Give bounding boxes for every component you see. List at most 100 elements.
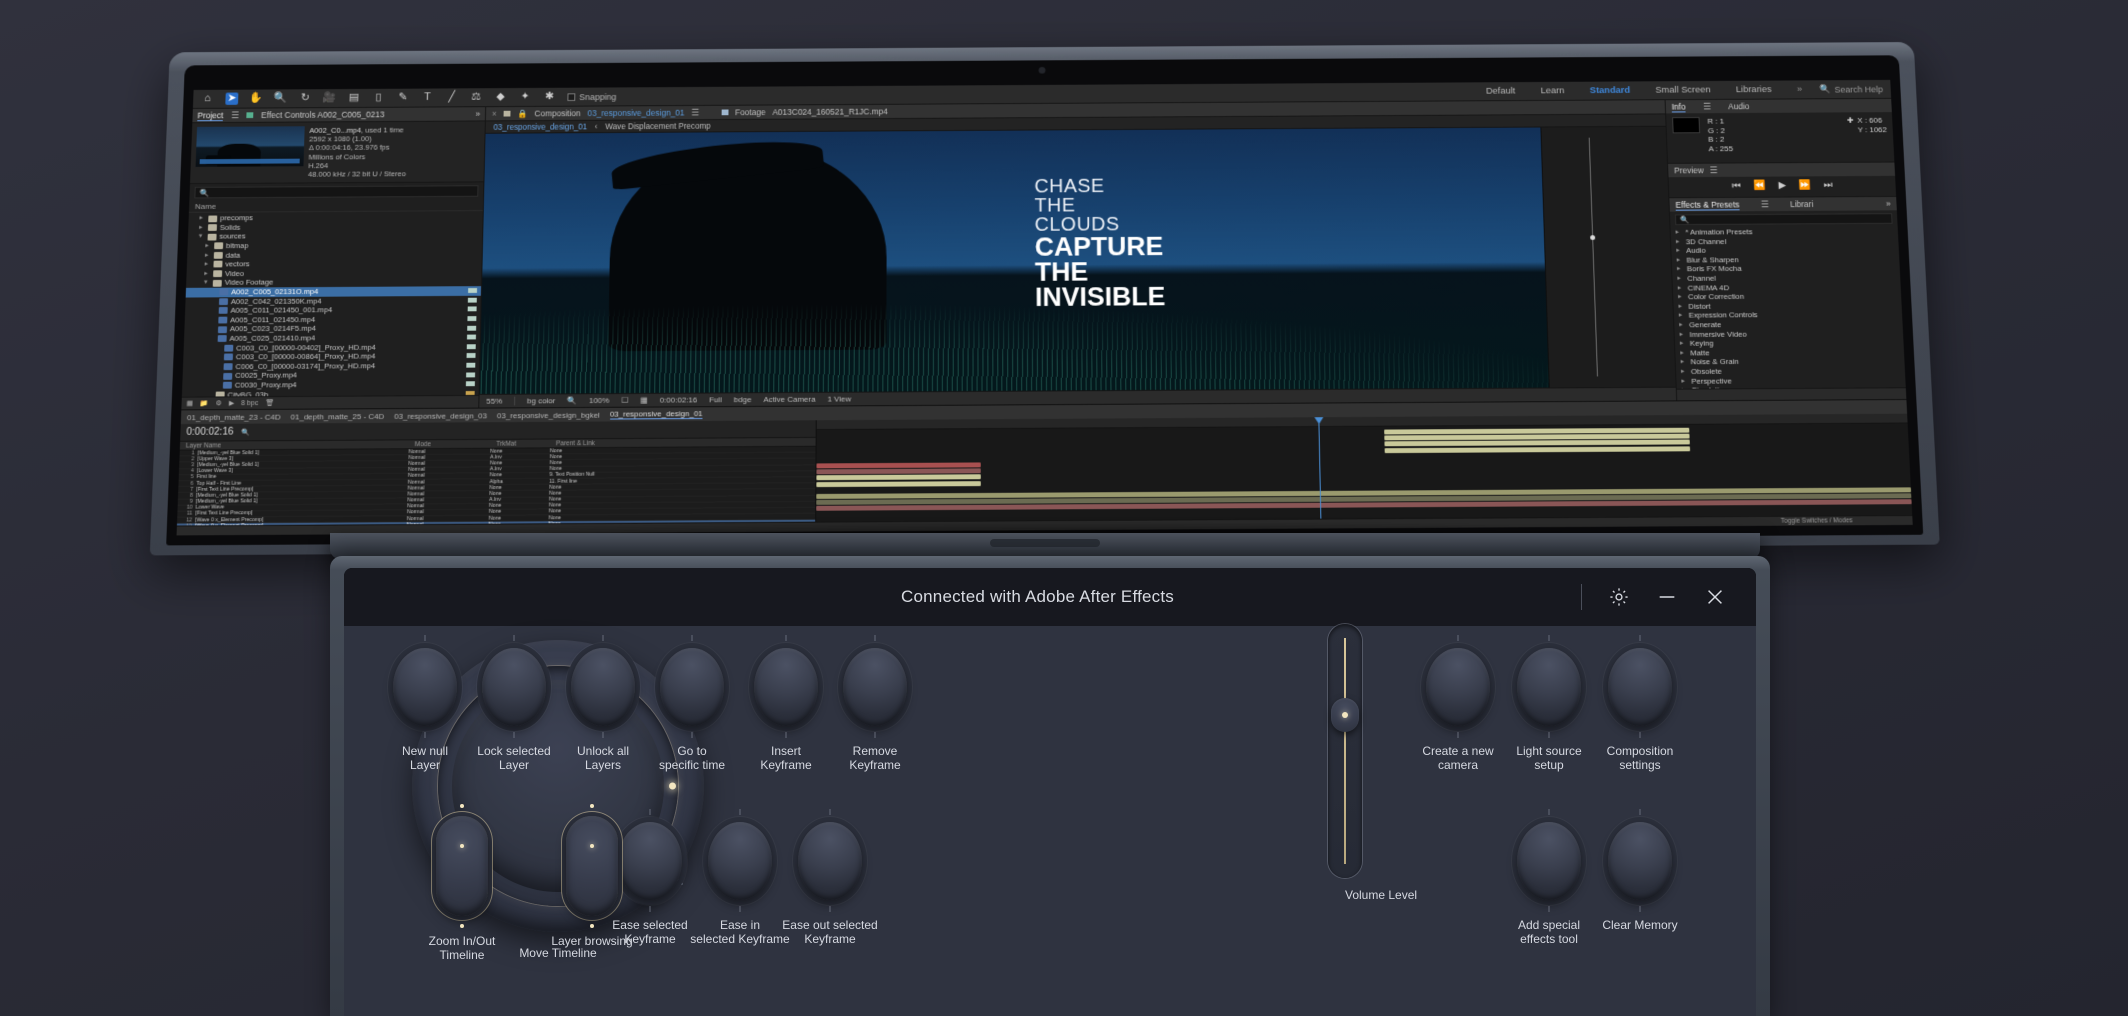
knob-dial[interactable]: [1608, 648, 1672, 726]
tab-effects-presets[interactable]: Effects & Presets: [1675, 199, 1740, 211]
knob-dial[interactable]: [1517, 822, 1581, 900]
tab-effect-controls[interactable]: Effect Controls A002_C005_0213: [261, 110, 385, 120]
brush-tool-icon[interactable]: ╱: [445, 91, 458, 103]
lock-icon[interactable]: 🔒: [517, 108, 528, 118]
first-frame-icon[interactable]: ⏮: [1732, 181, 1741, 192]
timeline-layer-bar[interactable]: [816, 468, 981, 475]
tab-libraries[interactable]: Librari: [1790, 199, 1814, 209]
roto-brush-icon[interactable]: ✦: [518, 91, 531, 103]
workspace-tab-standard[interactable]: Standard: [1590, 85, 1631, 96]
timeline-tab[interactable]: 03_responsive_design_03: [394, 411, 487, 420]
twirl-icon[interactable]: ▸: [1678, 302, 1684, 311]
twirl-icon[interactable]: ▸: [1681, 376, 1687, 385]
gear-icon[interactable]: [1608, 586, 1630, 608]
viewer-timecode[interactable]: 0:00:02:16: [660, 396, 698, 405]
timeline-layer-bar[interactable]: [816, 474, 981, 481]
twirl-icon[interactable]: ▸: [1678, 293, 1684, 302]
timeline-layer-bar[interactable]: [816, 462, 981, 469]
knob-dial[interactable]: [393, 648, 457, 726]
twirl-icon[interactable]: ▾: [199, 232, 205, 241]
viewer-zoom[interactable]: 100%: [589, 396, 609, 405]
pan-behind-tool-icon[interactable]: ▤: [347, 92, 360, 104]
rotation-tool-icon[interactable]: ↻: [299, 92, 312, 104]
proxy-icon[interactable]: ▶: [229, 399, 235, 407]
twirl-icon[interactable]: ▸: [1680, 339, 1686, 348]
camera-tool-icon[interactable]: 🎥: [323, 92, 337, 104]
viewer-resolution[interactable]: Full: [709, 395, 722, 404]
twirl-icon[interactable]: ▸: [1676, 246, 1682, 255]
minimize-icon[interactable]: [1656, 586, 1678, 608]
timeline-tab[interactable]: 03_responsive_design_01: [609, 409, 703, 420]
workspace-tab-small-screen[interactable]: Small Screen: [1655, 85, 1711, 96]
knob-dial[interactable]: [660, 648, 724, 726]
timeline-layer-bar[interactable]: [816, 480, 981, 487]
zoom-tool-icon[interactable]: 🔍: [274, 92, 288, 104]
twirl-icon[interactable]: ▾: [204, 278, 210, 287]
twirl-icon[interactable]: ▸: [1677, 274, 1683, 283]
twirl-icon[interactable]: ▸: [199, 214, 205, 223]
panel-menu-icon[interactable]: ☰: [231, 110, 239, 120]
remove-keyframe-knob[interactable]: Remove Keyframe: [843, 635, 907, 772]
timeline-layer-bar[interactable]: [1384, 445, 1691, 453]
zoom-in-out-timeline-rocker[interactable]: Zoom In/Out Timeline: [429, 804, 495, 962]
knob-dial[interactable]: [708, 822, 772, 900]
composition-viewer[interactable]: CHASE THE CLOUDS CAPTURE THE INVISIBLE: [479, 126, 1676, 394]
volume-level-fader[interactable]: [1328, 624, 1362, 878]
transparency-grid-icon[interactable]: ▦: [640, 396, 648, 405]
chevron-double-right-icon[interactable]: »: [475, 109, 480, 119]
viewer-zoom-left[interactable]: 55%: [486, 397, 502, 406]
panel-menu-icon[interactable]: ☰: [1703, 101, 1711, 111]
viewer-canvas[interactable]: CHASE THE CLOUDS CAPTURE THE INVISIBLE: [479, 127, 1549, 394]
workspace-tab-libraries[interactable]: Libraries: [1736, 84, 1772, 95]
project-search-input[interactable]: 🔍: [194, 185, 479, 199]
tab-info[interactable]: Info: [1671, 101, 1686, 112]
breadcrumb-item-comp[interactable]: 03_responsive_design_01: [493, 122, 587, 131]
project-tree[interactable]: ▸ precomps ▸ Solids ▾ sources ▸ bitmap ▸ data ▸ vec…: [182, 211, 483, 397]
play-icon[interactable]: ▶: [1778, 180, 1786, 191]
close-icon[interactable]: ×: [492, 109, 497, 119]
twirl-icon[interactable]: ▸: [205, 241, 211, 250]
new-null-layer-knob[interactable]: New null Layer: [393, 635, 457, 772]
new-comp-icon[interactable]: ▦: [186, 400, 193, 408]
panel-menu-icon[interactable]: ☰: [1709, 165, 1717, 176]
composition-settings-knob[interactable]: Composition settings: [1607, 635, 1673, 772]
ease-selected-keyframe-knob[interactable]: Ease selected Keyframe: [612, 809, 688, 946]
twirl-icon[interactable]: ▸: [1675, 228, 1681, 237]
twirl-icon[interactable]: ▸: [205, 251, 211, 260]
clone-stamp-icon[interactable]: ⚖: [470, 91, 483, 103]
ease-in-selected-keyframe-knob[interactable]: Ease in selected Keyframe: [690, 809, 790, 946]
insert-keyframe-knob[interactable]: Insert Keyframe: [754, 635, 818, 772]
knob-dial[interactable]: [482, 648, 546, 726]
twirl-icon[interactable]: ▸: [199, 223, 205, 232]
tab-audio[interactable]: Audio: [1728, 102, 1750, 112]
unlock-all-layers-knob[interactable]: Unlock all Layers: [571, 635, 635, 772]
knob-dial[interactable]: [1517, 648, 1581, 726]
layer-browsing-rocker[interactable]: Layer browsing: [551, 804, 633, 948]
knob-dial[interactable]: [571, 648, 635, 726]
snapping-checkbox[interactable]: [567, 92, 576, 101]
snapping-toggle[interactable]: Snapping: [567, 92, 616, 102]
add-special-effects-tool-knob[interactable]: Add special effects tool: [1517, 809, 1581, 946]
knob-dial[interactable]: [1608, 822, 1672, 900]
chevron-double-right-icon[interactable]: »: [1797, 84, 1803, 94]
twirl-icon[interactable]: ▸: [1678, 283, 1684, 292]
knob-dial[interactable]: [843, 648, 907, 726]
shape-tool-icon[interactable]: ▯: [372, 92, 385, 104]
twirl-icon[interactable]: ▸: [1676, 237, 1682, 246]
effects-search-input[interactable]: 🔍: [1674, 213, 1893, 226]
hand-tool-icon[interactable]: ✋: [249, 92, 263, 104]
search-icon[interactable]: 🔍: [241, 428, 250, 436]
workspace-tab-learn[interactable]: Learn: [1541, 86, 1565, 97]
footage-tab-value[interactable]: A013C024_160521_R1JC.mp4: [772, 107, 888, 117]
timeline-layer-bar[interactable]: [1384, 439, 1691, 447]
puppet-pin-icon[interactable]: ✱: [543, 91, 556, 103]
twirl-icon[interactable]: ▸: [1680, 348, 1686, 357]
type-tool-icon[interactable]: T: [421, 91, 434, 103]
viewer-views[interactable]: 1 View: [827, 395, 851, 404]
close-icon[interactable]: [1704, 586, 1726, 608]
rocker-body[interactable]: [436, 804, 488, 928]
twirl-icon[interactable]: ▸: [204, 269, 210, 278]
comp-tab-value[interactable]: 03_responsive_design_01: [587, 108, 684, 118]
twirl-icon[interactable]: ▸: [1677, 265, 1683, 274]
clear-memory-knob[interactable]: Clear Memory: [1602, 809, 1678, 932]
